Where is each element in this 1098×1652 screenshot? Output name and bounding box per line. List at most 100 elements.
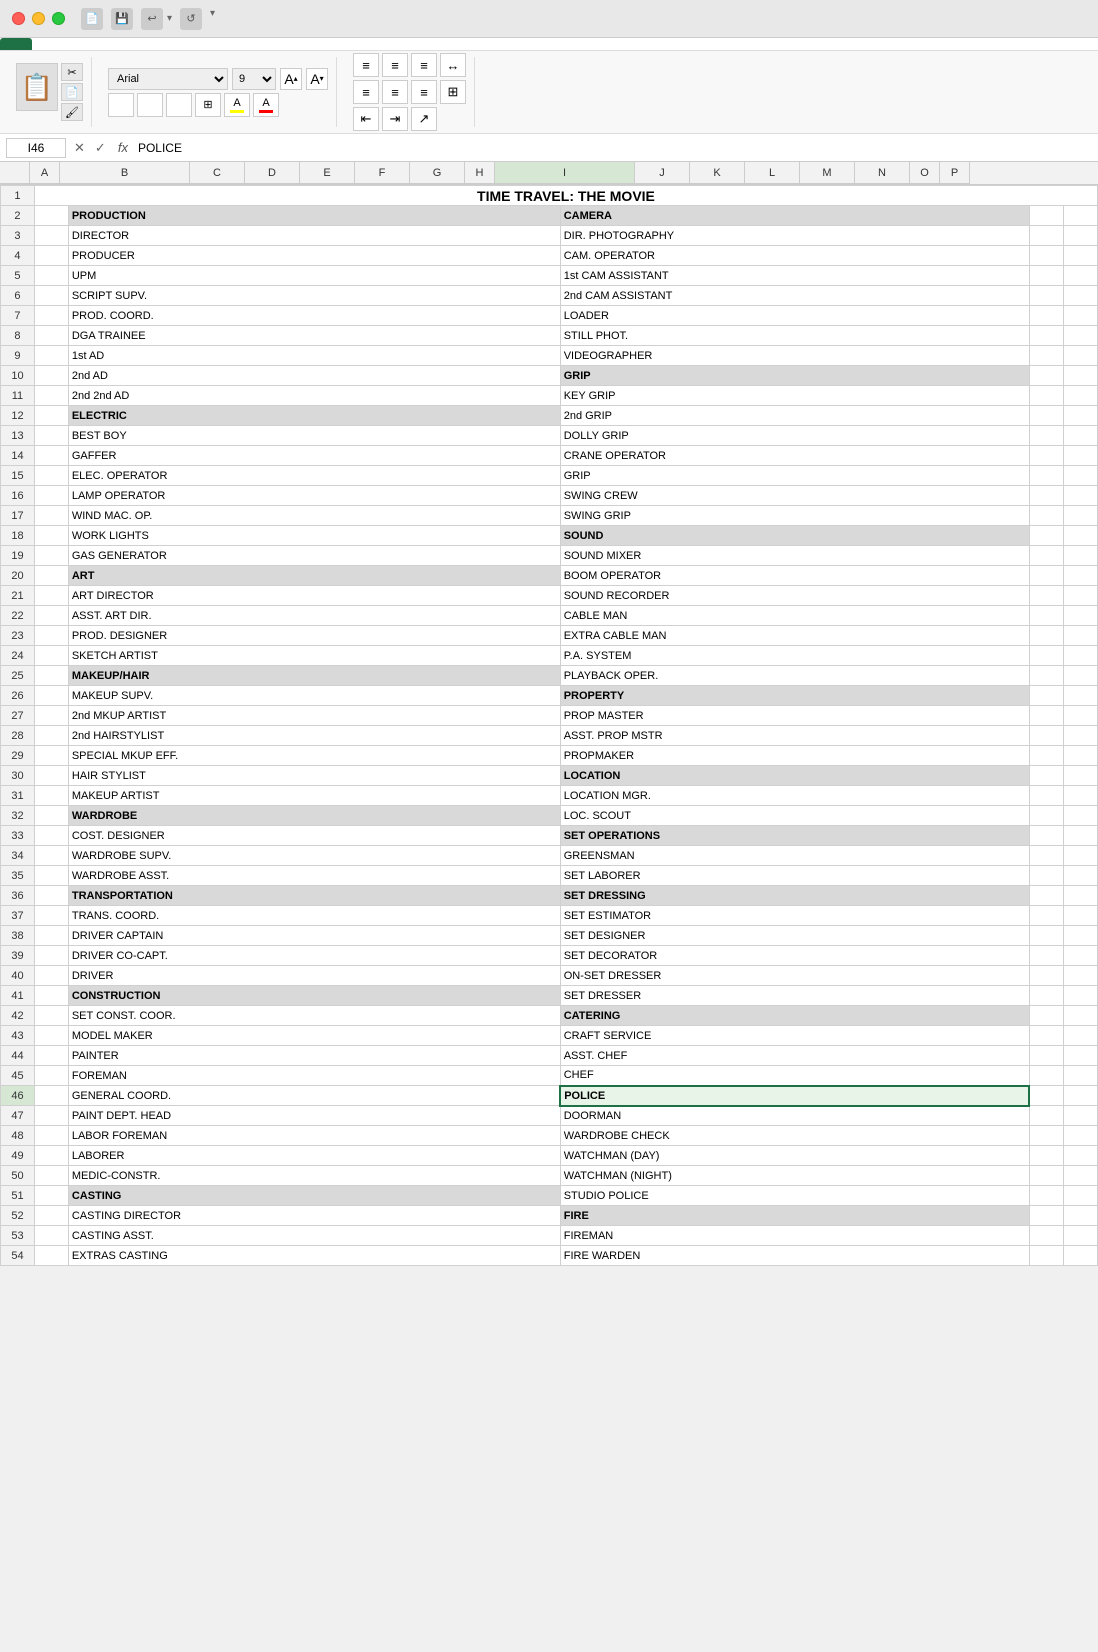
cell-16-p[interactable] bbox=[1063, 486, 1097, 506]
align-top-right-btn[interactable]: ≡ bbox=[411, 53, 437, 77]
bold-button[interactable] bbox=[108, 93, 134, 117]
cell-25-b[interactable]: MAKEUP/HAIR bbox=[68, 666, 560, 686]
cell-25-a[interactable] bbox=[34, 666, 68, 686]
cell-39-a[interactable] bbox=[34, 946, 68, 966]
cell-39-i[interactable]: SET DECORATOR bbox=[560, 946, 1029, 966]
table-row[interactable]: 20ARTBOOM OPERATOR bbox=[1, 566, 1098, 586]
cell-33-p[interactable] bbox=[1063, 826, 1097, 846]
cell-43-i[interactable]: CRAFT SERVICE bbox=[560, 1026, 1029, 1046]
cell-48-a[interactable] bbox=[34, 1126, 68, 1146]
cell-35-a[interactable] bbox=[34, 866, 68, 886]
cell-51-i[interactable]: STUDIO POLICE bbox=[560, 1186, 1029, 1206]
table-row[interactable]: 54EXTRAS CASTINGFIRE WARDEN bbox=[1, 1246, 1098, 1266]
cell-41-i[interactable]: SET DRESSER bbox=[560, 986, 1029, 1006]
cell-34-p[interactable] bbox=[1063, 846, 1097, 866]
cell-23-b[interactable]: PROD. DESIGNER bbox=[68, 626, 560, 646]
table-row[interactable]: 26MAKEUP SUPV.PROPERTY bbox=[1, 686, 1098, 706]
table-row[interactable]: 44PAINTERASST. CHEF bbox=[1, 1046, 1098, 1066]
cell-52-p[interactable] bbox=[1063, 1206, 1097, 1226]
table-row[interactable]: 31MAKEUP ARTISTLOCATION MGR. bbox=[1, 786, 1098, 806]
align-right-btn[interactable]: ≡ bbox=[411, 80, 437, 104]
col-header-a[interactable]: A bbox=[30, 162, 60, 184]
cell-32-i[interactable]: LOC. SCOUT bbox=[560, 806, 1029, 826]
cell-17-b[interactable]: WIND MAC. OP. bbox=[68, 506, 560, 526]
cell-27-i[interactable]: PROP MASTER bbox=[560, 706, 1029, 726]
cell-10-b[interactable]: 2nd AD bbox=[68, 366, 560, 386]
table-row[interactable]: 35WARDROBE ASST.SET LABORER bbox=[1, 866, 1098, 886]
copy-icon[interactable]: 📄 bbox=[61, 83, 83, 101]
cell-24-i[interactable]: P.A. SYSTEM bbox=[560, 646, 1029, 666]
cell-15-i[interactable]: GRIP bbox=[560, 466, 1029, 486]
cell-7-o[interactable] bbox=[1029, 306, 1063, 326]
wrap-text-btn[interactable]: ↔ bbox=[440, 53, 466, 77]
table-row[interactable]: 112nd 2nd ADKEY GRIP bbox=[1, 386, 1098, 406]
cell-15-o[interactable] bbox=[1029, 466, 1063, 486]
cell-40-i[interactable]: ON-SET DRESSER bbox=[560, 966, 1029, 986]
cell-46-p[interactable] bbox=[1063, 1086, 1097, 1106]
font-size-select[interactable]: 9 bbox=[232, 68, 276, 90]
cell-28-o[interactable] bbox=[1029, 726, 1063, 746]
cell-5-a[interactable] bbox=[34, 266, 68, 286]
tab-review[interactable] bbox=[160, 38, 192, 50]
cell-6-o[interactable] bbox=[1029, 286, 1063, 306]
redo-icon[interactable]: ↺ bbox=[180, 8, 202, 30]
cell-38-p[interactable] bbox=[1063, 926, 1097, 946]
undo-icon[interactable]: ↩ bbox=[141, 8, 163, 30]
cell-29-p[interactable] bbox=[1063, 746, 1097, 766]
cell-51-p[interactable] bbox=[1063, 1186, 1097, 1206]
tab-insert[interactable] bbox=[32, 38, 64, 50]
cell-50-b[interactable]: MEDIC-CONSTR. bbox=[68, 1166, 560, 1186]
align-top-center-btn[interactable]: ≡ bbox=[382, 53, 408, 77]
cell-29-a[interactable] bbox=[34, 746, 68, 766]
cell-33-b[interactable]: COST. DESIGNER bbox=[68, 826, 560, 846]
cell-27-o[interactable] bbox=[1029, 706, 1063, 726]
cell-28-i[interactable]: ASST. PROP MSTR bbox=[560, 726, 1029, 746]
cell-8-b[interactable]: DGA TRAINEE bbox=[68, 326, 560, 346]
font-name-select[interactable]: Arial bbox=[108, 68, 228, 90]
cell-52-b[interactable]: CASTING DIRECTOR bbox=[68, 1206, 560, 1226]
cell-22-o[interactable] bbox=[1029, 606, 1063, 626]
tab-view[interactable] bbox=[192, 38, 224, 50]
col-header-b[interactable]: B bbox=[60, 162, 190, 184]
table-row[interactable]: 29SPECIAL MKUP EFF.PROPMAKER bbox=[1, 746, 1098, 766]
cell-21-o[interactable] bbox=[1029, 586, 1063, 606]
table-row[interactable]: 3DIRECTORDIR. PHOTOGRAPHY bbox=[1, 226, 1098, 246]
cell-50-o[interactable] bbox=[1029, 1166, 1063, 1186]
cell-36-o[interactable] bbox=[1029, 886, 1063, 906]
cell-30-a[interactable] bbox=[34, 766, 68, 786]
cell-38-b[interactable]: DRIVER CAPTAIN bbox=[68, 926, 560, 946]
cell-34-b[interactable]: WARDROBE SUPV. bbox=[68, 846, 560, 866]
cell-49-i[interactable]: WATCHMAN (DAY) bbox=[560, 1146, 1029, 1166]
cell-28-p[interactable] bbox=[1063, 726, 1097, 746]
table-row[interactable]: 30HAIR STYLISTLOCATION bbox=[1, 766, 1098, 786]
table-row[interactable]: 47PAINT DEPT. HEADDOORMAN bbox=[1, 1106, 1098, 1126]
cell-35-p[interactable] bbox=[1063, 866, 1097, 886]
formula-input[interactable] bbox=[138, 141, 1092, 155]
cell-32-o[interactable] bbox=[1029, 806, 1063, 826]
cell-50-i[interactable]: WATCHMAN (NIGHT) bbox=[560, 1166, 1029, 1186]
cell-39-o[interactable] bbox=[1029, 946, 1063, 966]
cell-41-a[interactable] bbox=[34, 986, 68, 1006]
tab-data[interactable] bbox=[128, 38, 160, 50]
cell-44-o[interactable] bbox=[1029, 1046, 1063, 1066]
cell-33-i[interactable]: SET OPERATIONS bbox=[560, 826, 1029, 846]
cell-51-a[interactable] bbox=[34, 1186, 68, 1206]
cell-42-i[interactable]: CATERING bbox=[560, 1006, 1029, 1026]
cell-45-a[interactable] bbox=[34, 1066, 68, 1086]
cell-36-p[interactable] bbox=[1063, 886, 1097, 906]
cell-35-o[interactable] bbox=[1029, 866, 1063, 886]
cell-11-b[interactable]: 2nd 2nd AD bbox=[68, 386, 560, 406]
cell-38-i[interactable]: SET DESIGNER bbox=[560, 926, 1029, 946]
table-row[interactable]: 43MODEL MAKERCRAFT SERVICE bbox=[1, 1026, 1098, 1046]
table-row[interactable]: 18WORK LIGHTSSOUND bbox=[1, 526, 1098, 546]
cell-17-i[interactable]: SWING GRIP bbox=[560, 506, 1029, 526]
cell-54-p[interactable] bbox=[1063, 1246, 1097, 1266]
cell-54-b[interactable]: EXTRAS CASTING bbox=[68, 1246, 560, 1266]
cell-26-a[interactable] bbox=[34, 686, 68, 706]
table-row[interactable]: 2PRODUCTIONCAMERA bbox=[1, 206, 1098, 226]
cell-53-o[interactable] bbox=[1029, 1226, 1063, 1246]
cell-42-p[interactable] bbox=[1063, 1006, 1097, 1026]
cell-6-b[interactable]: SCRIPT SUPV. bbox=[68, 286, 560, 306]
cell-9-a[interactable] bbox=[34, 346, 68, 366]
cell-23-p[interactable] bbox=[1063, 626, 1097, 646]
